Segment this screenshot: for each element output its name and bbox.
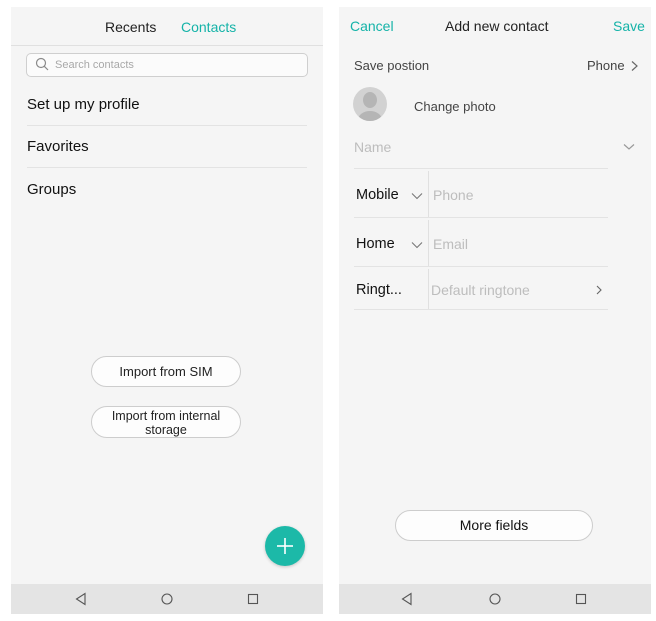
change-photo-button[interactable]: Change photo [414, 99, 496, 114]
search-input[interactable] [55, 56, 295, 73]
list-item-setup-profile[interactable]: Set up my profile [27, 96, 307, 113]
divider [428, 220, 429, 266]
chevron-down-icon[interactable] [410, 190, 424, 202]
search-bar[interactable] [26, 53, 308, 77]
more-fields-button[interactable]: More fields [395, 510, 593, 541]
list-item-groups[interactable]: Groups [27, 181, 307, 198]
contacts-screen: Recents Contacts Set up my profile Favor… [11, 7, 323, 614]
recents-icon[interactable] [245, 591, 261, 607]
page-title: Add new contact [445, 18, 549, 34]
name-field[interactable]: Name [354, 139, 391, 155]
chevron-right-icon [631, 60, 638, 71]
home-icon[interactable] [487, 591, 503, 607]
tab-recents[interactable]: Recents [105, 19, 156, 35]
import-from-internal-storage-button[interactable]: Import from internal storage [91, 406, 241, 438]
ringtone-selector[interactable]: Default ringtone [431, 269, 607, 309]
back-icon[interactable] [399, 591, 415, 607]
cancel-button[interactable]: Cancel [350, 18, 394, 34]
email-type-selector[interactable]: Home [356, 236, 395, 252]
navigation-bar [339, 584, 651, 614]
divider [354, 309, 608, 310]
plus-icon [277, 538, 293, 554]
ringtone-label: Ringt... [356, 282, 402, 298]
email-field[interactable]: Email [433, 236, 468, 252]
avatar[interactable] [353, 87, 387, 121]
chevron-right-icon [596, 285, 602, 295]
person-silhouette-icon [358, 92, 382, 121]
chevron-down-icon[interactable] [622, 141, 636, 153]
import-from-sim-button[interactable]: Import from SIM [91, 356, 241, 387]
import-internal-label-line1: Import from internal [111, 409, 221, 423]
back-icon[interactable] [73, 591, 89, 607]
phone-field[interactable]: Phone [433, 187, 473, 203]
recents-icon[interactable] [573, 591, 589, 607]
divider [27, 125, 307, 126]
add-contact-fab[interactable] [265, 526, 305, 566]
save-position-selector[interactable]: Phone [587, 58, 640, 73]
chevron-down-icon[interactable] [410, 239, 424, 251]
search-icon [35, 57, 49, 71]
divider [428, 269, 429, 309]
divider [428, 171, 429, 217]
divider [354, 168, 608, 169]
import-internal-label-line2: storage [145, 423, 187, 437]
divider [354, 266, 608, 267]
save-position-label: Save postion [354, 58, 430, 73]
save-button[interactable]: Save [613, 18, 645, 34]
ringtone-value: Default ringtone [431, 282, 530, 298]
divider [354, 217, 608, 218]
top-bar: Cancel Add new contact Save [339, 7, 651, 45]
navigation-bar [11, 584, 323, 614]
list-item-favorites[interactable]: Favorites [27, 138, 307, 155]
mobile-type-selector[interactable]: Mobile [356, 187, 399, 203]
home-icon[interactable] [159, 591, 175, 607]
tab-contacts[interactable]: Contacts [181, 19, 236, 35]
tab-bar: Recents Contacts [11, 7, 323, 46]
divider [27, 167, 307, 168]
add-contact-screen: Cancel Add new contact Save Save postion… [339, 7, 651, 614]
save-position-value: Phone [587, 58, 625, 73]
